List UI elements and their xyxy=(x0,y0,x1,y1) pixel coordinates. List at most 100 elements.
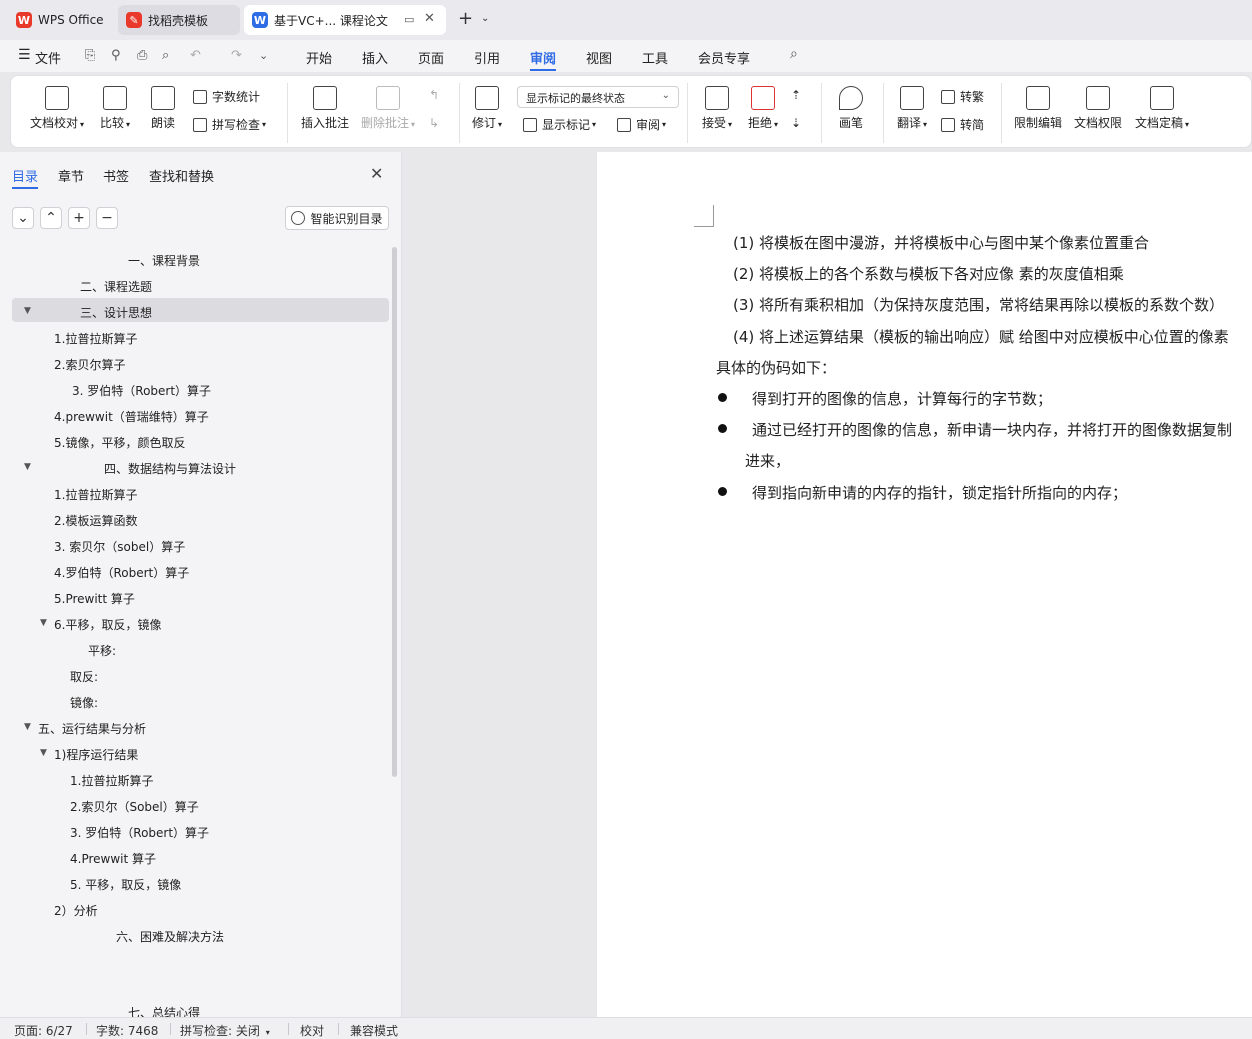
print-preview-icon[interactable]: ⌕ xyxy=(162,48,169,63)
menu-review[interactable]: 审阅 xyxy=(530,48,556,67)
menu-member[interactable]: 会员专享 xyxy=(698,48,750,67)
menu-view[interactable]: 视图 xyxy=(586,48,612,67)
toc-item[interactable]: 取反: xyxy=(70,668,98,685)
close-tab-icon[interactable]: ✕ xyxy=(424,11,435,26)
add-heading-button[interactable]: + xyxy=(68,207,90,229)
toc-item[interactable]: 一、课程背景 xyxy=(128,252,200,269)
toc-item[interactable]: 平移: xyxy=(88,642,116,659)
float-window-icon[interactable]: ▭ xyxy=(404,13,414,26)
delete-comment-icon xyxy=(376,86,400,110)
pen-button[interactable]: 画笔 xyxy=(833,86,869,131)
doc-finalize-button[interactable]: 文档定稿 ▾ xyxy=(1131,86,1193,131)
tab-toc[interactable]: 目录 xyxy=(12,166,38,185)
toc-item[interactable]: 5.镜像，平移，颜色取反 xyxy=(54,434,185,451)
spell-check-status[interactable]: 拼写检查: 关闭 ▾ xyxy=(180,1022,270,1039)
word-count-button[interactable]: 字数统计 xyxy=(193,88,260,105)
tab-find-replace[interactable]: 查找和替换 xyxy=(149,166,214,185)
accept-button[interactable]: 接受 ▾ xyxy=(697,86,737,131)
show-markup-button[interactable]: 显示标记 ▾ xyxy=(523,116,596,133)
toc-item[interactable]: 4.罗伯特（Robert）算子 xyxy=(54,564,189,581)
expand-triangle-icon[interactable]: ▼ xyxy=(24,306,31,316)
toc-item[interactable]: 5. 平移，取反，镜像 xyxy=(70,876,181,893)
remove-heading-button[interactable]: − xyxy=(96,207,118,229)
to-simplified-button[interactable]: 转简 xyxy=(941,116,984,133)
expand-triangle-icon[interactable]: ▼ xyxy=(24,462,31,472)
toc-item[interactable]: 五、运行结果与分析 xyxy=(38,720,146,737)
toc-item[interactable]: 3. 罗伯特（Robert）算子 xyxy=(70,824,209,841)
scrollbar[interactable] xyxy=(392,247,397,777)
spell-check-button[interactable]: 拼写检查 ▾ xyxy=(193,116,266,133)
expand-triangle-icon[interactable]: ▼ xyxy=(24,722,31,732)
smart-toc-button[interactable]: 智能识别目录 xyxy=(285,206,389,230)
toc-item[interactable]: 1.拉普拉斯算子 xyxy=(54,486,137,503)
reject-button[interactable]: 拒绝 ▾ xyxy=(743,86,783,131)
toc-item[interactable]: 2.索贝尔算子 xyxy=(54,356,125,373)
revise-button[interactable]: 修订 ▾ xyxy=(467,86,507,131)
redo-icon[interactable]: ↷ xyxy=(231,48,242,63)
search-icon[interactable]: ⌕ xyxy=(790,46,798,62)
compat-mode-status[interactable]: 兼容模式 xyxy=(350,1022,398,1039)
document-page[interactable]: (1) 将模板在图中漫游，并将模板中心与图中某个像素位置重合 (2) 将模板上的… xyxy=(597,152,1252,1017)
delete-comment-button[interactable]: 删除批注 ▾ xyxy=(357,86,419,131)
toc-item[interactable]: 2.模板运算函数 xyxy=(54,512,137,529)
tab-daoke-templates[interactable]: ✎ 找稻壳模板 xyxy=(118,5,240,35)
prev-comment-icon[interactable]: ↰ xyxy=(429,88,439,102)
menu-start[interactable]: 开始 xyxy=(306,48,332,67)
toc-item[interactable]: 3. 索贝尔（sobel）算子 xyxy=(54,538,185,555)
toc-item[interactable]: 3. 罗伯特（Robert）算子 xyxy=(72,382,211,399)
next-comment-icon[interactable]: ↳ xyxy=(429,116,439,130)
menu-reference[interactable]: 引用 xyxy=(474,48,500,67)
restrict-edit-button[interactable]: 限制编辑 xyxy=(1011,86,1065,131)
toc-item[interactable]: 6.平移，取反，镜像 xyxy=(54,616,161,633)
hamburger-icon[interactable]: ☰ xyxy=(18,47,31,63)
collapse-button[interactable]: ⌄ xyxy=(12,207,34,229)
chevron-down-icon[interactable]: ⌄ xyxy=(259,49,268,62)
toc-item[interactable]: 二、课程选题 xyxy=(80,278,152,295)
toc-item[interactable]: 1.拉普拉斯算子 xyxy=(54,330,137,347)
markup-state-select[interactable]: 显示标记的最终状态 ⌄ xyxy=(517,86,679,108)
toc-item[interactable]: 4.Prewwit 算子 xyxy=(70,850,156,867)
prev-change-icon[interactable]: ⇡ xyxy=(791,88,801,102)
save-icon[interactable]: ⎘ xyxy=(85,48,95,63)
toc-item[interactable]: 1.拉普拉斯算子 xyxy=(70,772,153,789)
tab-document[interactable]: W 基于VC+... 课程论文 ▭ ✕ xyxy=(244,5,446,35)
page-indicator[interactable]: 页面: 6/27 xyxy=(14,1022,73,1039)
expand-button[interactable]: ⌃ xyxy=(40,207,62,229)
doc-check-button[interactable]: 文档校对 ▾ xyxy=(27,86,87,131)
next-change-icon[interactable]: ⇣ xyxy=(791,116,801,130)
toc-item[interactable]: 镜像: xyxy=(70,694,98,711)
new-tab-icon[interactable]: + xyxy=(458,9,473,29)
doc-permission-button[interactable]: 文档权限 xyxy=(1071,86,1125,131)
insert-comment-button[interactable]: 插入批注 xyxy=(297,86,353,131)
toc-item[interactable]: 四、数据结构与算法设计 xyxy=(104,460,236,477)
menu-file[interactable]: 文件 xyxy=(35,48,61,67)
chevron-down-icon[interactable]: ⌄ xyxy=(481,13,489,24)
toc-item[interactable]: 六、困难及解决方法 xyxy=(116,928,224,945)
tab-chapters[interactable]: 章节 xyxy=(58,166,84,185)
share-icon[interactable]: ⚲ xyxy=(111,48,121,63)
translate-button[interactable]: 翻译 ▾ xyxy=(891,86,933,131)
toc-item[interactable]: 5.Prewitt 算子 xyxy=(54,590,135,607)
toc-item[interactable]: 4.prewwit（普瑞维特）算子 xyxy=(54,408,209,425)
word-count-icon xyxy=(193,89,207,104)
toc-item[interactable]: 2.索贝尔（Sobel）算子 xyxy=(70,798,199,815)
tab-wps-office[interactable]: W WPS Office xyxy=(8,5,112,35)
close-icon[interactable]: ✕ xyxy=(370,164,383,183)
tab-bookmarks[interactable]: 书签 xyxy=(103,166,129,185)
toc-item[interactable]: 2）分析 xyxy=(54,902,98,919)
to-traditional-button[interactable]: 转繁 xyxy=(941,88,984,105)
proofread-status[interactable]: 校对 xyxy=(300,1022,324,1039)
toc-item[interactable]: 1)程序运行结果 xyxy=(54,746,138,763)
undo-icon[interactable]: ↶ xyxy=(190,48,201,63)
expand-triangle-icon[interactable]: ▼ xyxy=(40,618,47,628)
print-icon[interactable]: ⎙ xyxy=(137,48,147,63)
menu-insert[interactable]: 插入 xyxy=(362,48,388,67)
word-count[interactable]: 字数: 7468 xyxy=(96,1022,158,1039)
menu-tools[interactable]: 工具 xyxy=(642,48,668,67)
menu-page[interactable]: 页面 xyxy=(418,48,444,67)
toc-item[interactable]: 三、设计思想 xyxy=(80,304,152,321)
review-pane-button[interactable]: 审阅 ▾ xyxy=(617,116,666,133)
compare-button[interactable]: 比较 ▾ xyxy=(95,86,135,131)
read-aloud-button[interactable]: 朗读 xyxy=(145,86,181,131)
expand-triangle-icon[interactable]: ▼ xyxy=(40,748,47,758)
